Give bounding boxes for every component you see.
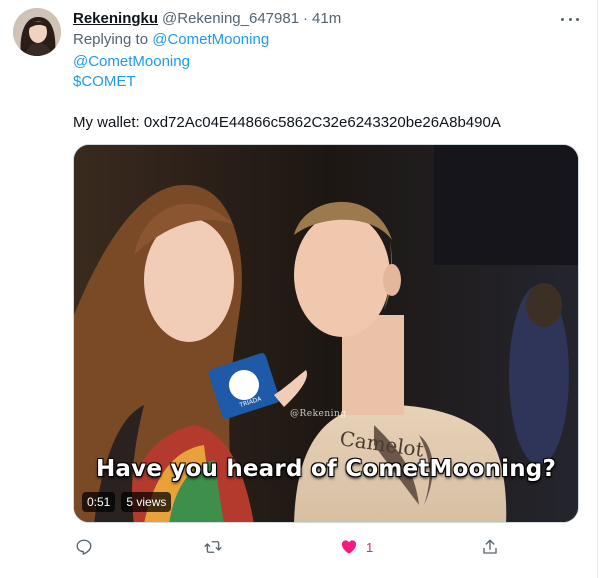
replying-to-line: Replying to @CometMooning xyxy=(73,30,269,50)
timestamp[interactable]: 41m xyxy=(312,10,341,27)
wallet-text: My wallet: 0xd72Ac04E44866c5862C32e62433… xyxy=(73,114,501,131)
avatar-image xyxy=(13,8,61,56)
replying-to-link[interactable]: @CometMooning xyxy=(152,31,269,48)
reply-icon xyxy=(76,539,92,555)
video-views: 5 views xyxy=(121,492,172,512)
like-count: 1 xyxy=(366,539,374,555)
retweet-icon xyxy=(204,541,222,553)
share-button[interactable] xyxy=(481,535,499,559)
replying-prefix: Replying to xyxy=(73,31,149,48)
cashtag-link[interactable]: $COMET xyxy=(73,72,136,92)
heart-filled-icon xyxy=(341,540,357,554)
video-duration: 0:51 xyxy=(82,492,116,512)
action-bar: 1 xyxy=(73,535,579,559)
separator-dot: · xyxy=(303,9,309,27)
avatar[interactable] xyxy=(13,8,61,56)
display-name[interactable]: Rekeningku xyxy=(73,10,158,27)
mention-link[interactable]: @CometMooning xyxy=(73,52,190,72)
share-icon xyxy=(483,539,497,554)
tweet-card[interactable]: Rekeningku @Rekening_647981 · 41m Replyi… xyxy=(0,0,598,578)
reply-button[interactable] xyxy=(75,535,93,559)
video-player[interactable]: Camelot TRIADA @Rekening Have you heard … xyxy=(73,144,579,523)
retweet-button[interactable] xyxy=(203,535,223,559)
like-button[interactable]: 1 xyxy=(340,535,373,559)
video-caption: Have you heard of CometMooning? xyxy=(95,456,557,482)
video-info: 0:51 5 views xyxy=(82,492,172,512)
video-watermark: @Rekening xyxy=(290,409,347,419)
user-handle[interactable]: @Rekening_647981 xyxy=(162,10,299,27)
more-options-icon[interactable] xyxy=(561,10,579,28)
